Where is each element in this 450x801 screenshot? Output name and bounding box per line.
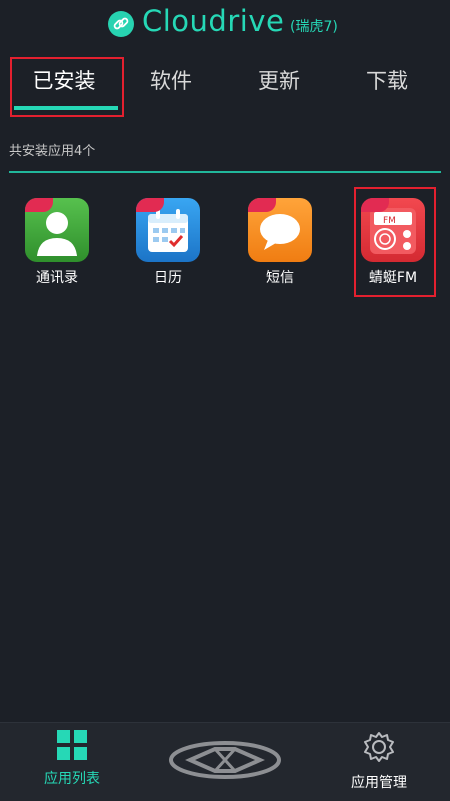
nav-app-manage[interactable]: 应用管理 bbox=[324, 730, 434, 792]
app-title: Cloudrive bbox=[142, 4, 285, 38]
link-icon bbox=[108, 11, 134, 37]
nav-app-list-label: 应用列表 bbox=[44, 771, 100, 787]
section-divider bbox=[9, 171, 441, 173]
messages-icon bbox=[248, 198, 312, 262]
gear-icon bbox=[364, 732, 394, 762]
tab-downloads[interactable]: 下载 bbox=[337, 65, 437, 95]
app-header: Cloudrive (瑞虎7) bbox=[0, 0, 450, 50]
nav-app-manage-label: 应用管理 bbox=[351, 775, 407, 791]
contacts-icon bbox=[25, 198, 89, 262]
nav-app-list[interactable]: 应用列表 bbox=[17, 730, 127, 788]
installed-count: 共安装应用4个 bbox=[9, 144, 96, 159]
brand-logo bbox=[168, 738, 282, 786]
app-item-contacts[interactable]: 通讯录 bbox=[24, 198, 90, 287]
app-name: 日历 bbox=[154, 270, 182, 286]
app-name: 通讯录 bbox=[36, 270, 78, 286]
vehicle-model: (瑞虎7) bbox=[290, 19, 338, 35]
tab-software[interactable]: 软件 bbox=[121, 65, 221, 95]
app-item-calendar[interactable]: 日历 bbox=[135, 198, 201, 287]
highlight-box-tab bbox=[10, 57, 124, 117]
grid-icon bbox=[57, 730, 87, 760]
highlight-box-app bbox=[354, 187, 436, 297]
app-item-messages[interactable]: 短信 bbox=[247, 198, 313, 287]
calendar-icon bbox=[136, 198, 200, 262]
tab-updates[interactable]: 更新 bbox=[229, 65, 329, 95]
app-name: 短信 bbox=[266, 270, 294, 286]
